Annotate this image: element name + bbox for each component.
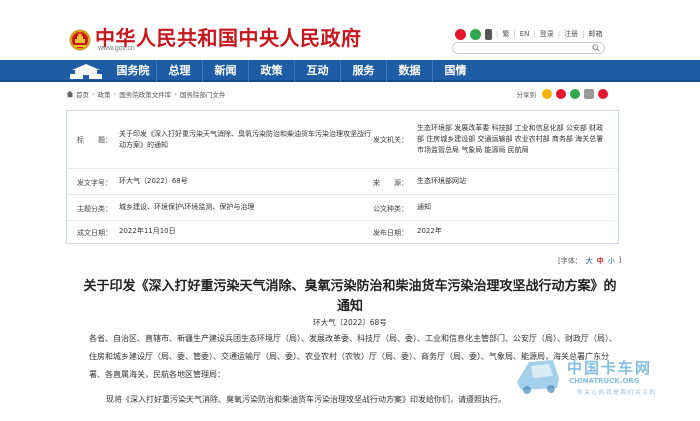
qzone-share-icon[interactable] [542,89,552,99]
written-date-value: 2022年11月10日 [119,227,176,235]
info-row-title: 标 题： 关于印发《深入打好重污染天气消除、臭氧污染防治和柴油货车污染治理攻坚战… [67,111,618,169]
font-size-label: [字体： [558,257,582,265]
nav-item-national-info[interactable]: 国情 [432,60,478,82]
info-row-dates: 成文日期： 2022年11月10日 发布日期： 2022年 [67,221,618,243]
link-traditional[interactable]: 繁 [502,29,509,39]
nav-item-services[interactable]: 服务 [340,60,386,82]
nav-item-news[interactable]: 新闻 [202,60,248,82]
category-label: 主题分类： [77,205,112,213]
search-input[interactable] [452,42,605,54]
chevron-right-icon: › [174,90,177,98]
main-nav: 国务院 总理 新闻 政策 互动 服务 数据 国情 [0,60,700,82]
font-size-control: [字体： 大 中 小 ] [558,256,621,266]
watermark-slogan: 你 关 心 的 就 是 我 们 关 注 的 [577,390,655,396]
share-label: 分享到 [516,91,537,99]
title-value: 关于印发《深入打好重污染天气消除、臭氧污染防治和柴油货车污染治理攻坚战行动方案》… [119,130,371,149]
breadcrumb-home[interactable]: 首页 [76,89,89,99]
site-header: 中华人民共和国中央人民政府 www.gov.cn | 繁 | EN | 登录 |… [0,0,700,60]
watermark-domain: CHINATRUCK.ORG [569,377,640,385]
nav-item-data[interactable]: 数据 [386,60,432,82]
tiananmen-logo-icon[interactable] [66,62,106,80]
font-size-small-button[interactable]: 小 [608,256,615,266]
breadcrumb: 首页 › 政策 › 国务院政策文件库 › 国务院部门文件 分享到 [66,87,608,101]
link-english[interactable]: EN [520,30,530,38]
print-icon[interactable] [584,89,594,99]
category-value: 城乡建设、环境保护\环境监测、保护与治理 [119,203,255,211]
info-row-docnum: 发文字号： 环大气〔2022〕68号 来 源： 生态环境部网站 [67,169,618,195]
source-value: 生态环境部网站 [417,177,466,185]
watermark-text: 中国卡车网 [567,359,653,377]
published-date-label: 发布日期： [373,229,408,237]
weibo-icon[interactable] [455,28,466,40]
breadcrumb-policy-library[interactable]: 国务院政策文件库 [119,89,171,99]
nav-item-state-council[interactable]: 国务院 [110,60,156,82]
docnum-value: 环大气〔2022〕68号 [119,177,188,185]
home-icon [66,90,74,98]
title-label: 标 题： [77,136,112,144]
link-mail[interactable]: 邮箱 [588,29,602,39]
link-register[interactable]: 注册 [564,29,578,39]
nav-item-policy[interactable]: 政策 [248,60,294,82]
wechat-icon[interactable] [470,28,481,40]
chinatruck-watermark: 中国卡车网 CHINATRUCK.ORG 你 关 心 的 就 是 我 们 关 注… [513,352,673,402]
font-size-medium-button[interactable]: 中 [597,256,604,266]
search-icon[interactable] [592,44,600,52]
share-bar: 分享到 [516,89,608,99]
truck-logo-icon [517,360,559,394]
wechat-share-icon[interactable] [570,89,580,99]
doctype-label: 公文种类： [373,205,408,213]
chevron-right-icon: › [92,90,95,98]
font-size-close: ] [618,256,622,264]
nav-items: 国务院 总理 新闻 政策 互动 服务 数据 国情 [110,60,478,82]
nav-item-premier[interactable]: 总理 [156,60,202,82]
issuer-label: 发文机关： [373,136,408,144]
article-title: 关于印发《深入打好重污染天气消除、臭氧污染防治和柴油货车污染治理攻坚战行动方案》… [83,279,617,314]
breadcrumb-policy[interactable]: 政策 [98,89,111,99]
national-emblem-icon[interactable] [69,28,91,52]
issuer-value: 生态环境部 发展改革委 科技部 工业和信息化部 公安部 财政部 住房城乡建设部 … [417,124,604,154]
mobile-icon[interactable] [485,28,492,40]
link-login[interactable]: 登录 [540,29,554,39]
article-doc-number: 环大气〔2022〕68号 [313,318,387,327]
font-size-large-button[interactable]: 大 [586,256,593,266]
info-row-category: 主题分类： 城乡建设、环境保护\环境监测、保护与治理 公文种类： 通知 [67,195,618,221]
doctype-value: 通知 [417,203,431,211]
published-date-value: 2022年 [417,227,442,235]
source-label: 来 源： [373,179,408,187]
chevron-right-icon: › [113,90,117,98]
weibo-share-icon[interactable] [556,89,566,99]
nav-item-interaction[interactable]: 互动 [294,60,340,82]
written-date-label: 成文日期： [77,229,112,237]
site-domain: www.gov.cn [98,45,135,52]
weibo-follow-icon[interactable] [598,89,608,99]
docnum-label: 发文字号： [77,179,112,187]
document-info-table: 标 题： 关于印发《深入打好重污染天气消除、臭氧污染防治和柴油货车污染治理攻坚战… [66,110,619,244]
top-links: | 繁 | EN | 登录 | 注册 | 邮箱 [455,28,602,40]
breadcrumb-dept-files[interactable]: 国务院部门文件 [180,89,226,99]
